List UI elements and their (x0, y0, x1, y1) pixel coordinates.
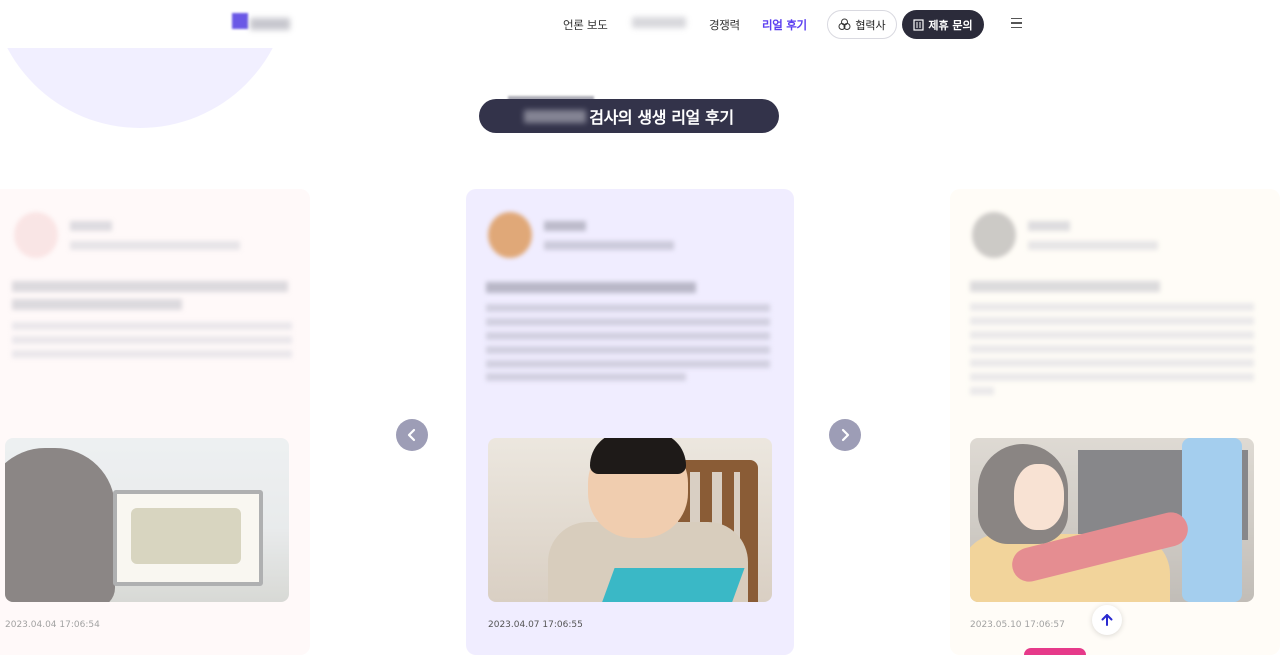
review-body-redacted (12, 336, 292, 344)
review-date: 2023.05.10 17:06:57 (970, 620, 1065, 630)
review-headline-redacted (12, 281, 288, 292)
section-title: 검사의 생생 리얼 후기 (479, 99, 779, 133)
review-body-redacted (970, 317, 1254, 325)
reviewer-meta-redacted (70, 241, 240, 250)
reviewer-avatar (14, 212, 58, 258)
review-headline-redacted (486, 282, 696, 293)
review-body-redacted (970, 331, 1254, 339)
review-body-redacted (12, 322, 292, 330)
review-body-redacted (12, 350, 292, 358)
review-date: 2023.04.07 17:06:55 (488, 620, 583, 630)
reviewer-name-redacted (70, 221, 112, 231)
review-body-redacted (970, 359, 1254, 367)
logo[interactable] (232, 13, 292, 33)
review-card[interactable]: 2023.05.10 17:06:57 (950, 189, 1280, 655)
reviewer-avatar (488, 212, 532, 258)
logo-mark (232, 13, 248, 29)
nav-press[interactable]: 언론 보도 (563, 17, 608, 33)
header: 언론 보도 경쟁력 리얼 후기 협력사 제휴 문의 (0, 0, 1280, 48)
review-photo (488, 438, 772, 602)
partner-label: 협력사 (855, 18, 886, 32)
partner-button[interactable]: 협력사 (827, 10, 897, 39)
review-body-redacted (970, 387, 994, 395)
review-body-redacted (970, 373, 1254, 381)
chevron-left-icon (407, 428, 416, 442)
hamburger-icon[interactable] (1011, 18, 1022, 28)
review-card[interactable]: 2023.04.04 17:06:54 (0, 189, 310, 655)
scroll-top-button[interactable] (1092, 605, 1122, 635)
review-headline-redacted (12, 299, 182, 310)
reviewer-avatar (972, 212, 1016, 258)
brand-name-redacted (524, 109, 587, 123)
review-body-redacted (486, 346, 770, 354)
review-headline-redacted (970, 281, 1160, 292)
review-body-redacted (970, 303, 1254, 311)
nav-competitiveness[interactable]: 경쟁력 (709, 17, 740, 33)
review-photo (970, 438, 1254, 602)
review-body-redacted (486, 373, 686, 381)
reviewer-name-redacted (544, 221, 586, 231)
review-body-redacted (486, 360, 770, 368)
section-title-text: 검사의 생생 리얼 후기 (589, 108, 734, 127)
nav-item-redacted[interactable] (632, 17, 686, 28)
chevron-right-icon (841, 428, 850, 442)
review-date: 2023.04.04 17:06:54 (5, 620, 100, 630)
contact-label: 제휴 문의 (928, 18, 973, 32)
contact-button[interactable]: 제휴 문의 (902, 10, 984, 39)
carousel-next-button[interactable] (829, 419, 861, 451)
nav-real-reviews[interactable]: 리얼 후기 (762, 17, 807, 33)
building-icon (913, 18, 924, 31)
partner-icon (838, 18, 851, 30)
logo-wordmark-redacted (250, 18, 290, 30)
arrow-up-icon (1101, 614, 1113, 626)
promo-badge-partial[interactable] (1024, 648, 1086, 655)
review-body-redacted (486, 304, 770, 312)
review-photo (5, 438, 289, 602)
review-body-redacted (486, 318, 770, 326)
reviewer-meta-redacted (1028, 241, 1158, 250)
review-body-redacted (970, 345, 1254, 353)
carousel-prev-button[interactable] (396, 419, 428, 451)
review-body-redacted (486, 332, 770, 340)
reviewer-name-redacted (1028, 221, 1070, 231)
reviewer-meta-redacted (544, 241, 674, 250)
review-card-active[interactable]: 2023.04.07 17:06:55 (466, 189, 794, 655)
